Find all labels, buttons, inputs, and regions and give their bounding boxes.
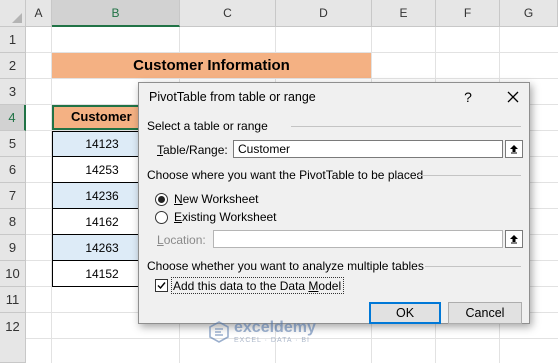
row-header-9[interactable]: 9 (0, 235, 26, 261)
data-model-text-start: Add this data to the Data (173, 279, 309, 293)
exceldemy-logo-icon (209, 321, 229, 343)
data-model-label[interactable]: Add this data to the Data Model (173, 279, 341, 293)
data-model-text-end: odel (318, 279, 342, 293)
data-model-access-key: M (308, 279, 319, 293)
column-header-d[interactable]: D (276, 0, 372, 27)
select-all-triangle-icon (12, 13, 22, 23)
existing-worksheet-text: xisting Worksheet (182, 210, 277, 224)
help-button[interactable]: ? (457, 86, 479, 108)
row-header-10[interactable]: 10 (0, 261, 26, 287)
select-range-heading: Select a table or range (147, 119, 268, 133)
collapse-dialog-icon (510, 235, 518, 244)
existing-worksheet-access-key: E (174, 210, 183, 224)
existing-worksheet-radio[interactable] (155, 211, 168, 224)
column-header-f[interactable]: F (436, 0, 500, 27)
row-header-3[interactable]: 3 (0, 79, 26, 105)
row-header-1[interactable]: 1 (0, 27, 26, 53)
select-all-corner[interactable] (0, 0, 26, 27)
customer-information-banner[interactable]: Customer Information (52, 53, 371, 78)
pivottable-dialog: PivotTable from table or range ? Select … (138, 82, 530, 324)
data-model-checkbox[interactable] (155, 279, 168, 292)
row-header-5[interactable]: 5 (0, 131, 26, 157)
section-divider (417, 175, 521, 176)
location-input[interactable] (213, 230, 503, 248)
close-button[interactable] (501, 86, 525, 108)
row-header-4[interactable]: 4 (0, 105, 26, 131)
existing-worksheet-label[interactable]: Existing Worksheet (174, 210, 277, 224)
location-text: ocation: (163, 233, 206, 247)
location-collapse-button[interactable] (505, 230, 523, 248)
section-divider (425, 266, 521, 267)
new-worksheet-text: ew Worksheet (182, 192, 259, 206)
new-worksheet-radio[interactable] (155, 193, 168, 206)
new-worksheet-access-key: N (174, 192, 183, 206)
table-range-label: Table/Range: (157, 143, 228, 157)
close-icon (507, 91, 519, 103)
dialog-title: PivotTable from table or range (149, 90, 316, 104)
cancel-button[interactable]: Cancel (448, 302, 522, 324)
ok-button[interactable]: OK (369, 302, 441, 324)
section-divider (291, 126, 521, 127)
new-worksheet-label[interactable]: New Worksheet (174, 192, 258, 206)
exceldemy-watermark: exceldemy EXCEL · DATA · BI (208, 320, 316, 344)
multiple-tables-heading: Choose whether you want to analyze multi… (147, 259, 424, 273)
column-header-b[interactable]: B (52, 0, 180, 27)
placement-heading: Choose where you want the PivotTable to … (147, 168, 424, 182)
table-range-input[interactable]: Customer (233, 140, 503, 158)
column-header-g[interactable]: G (500, 0, 558, 27)
column-header-e[interactable]: E (372, 0, 436, 27)
column-header-a[interactable]: A (26, 0, 52, 27)
row-header-11[interactable]: 11 (0, 287, 26, 313)
location-label: Location: (157, 233, 206, 247)
row-header-2[interactable]: 2 (0, 53, 26, 79)
row-header-7[interactable]: 7 (0, 183, 26, 209)
watermark-text: exceldemy EXCEL · DATA · BI (234, 319, 316, 345)
watermark-name: exceldemy (234, 319, 316, 336)
row-header-12[interactable]: 12 (0, 313, 26, 363)
row-header-8[interactable]: 8 (0, 209, 26, 235)
radio-selected-dot (158, 196, 165, 203)
watermark-tagline: EXCEL · DATA · BI (234, 337, 310, 344)
table-range-label-text: able/Range: (163, 143, 228, 157)
column-header-c[interactable]: C (180, 0, 276, 27)
gridline (26, 78, 558, 79)
table-range-collapse-button[interactable] (505, 140, 523, 158)
checkmark-icon (157, 282, 166, 290)
collapse-dialog-icon (510, 145, 518, 154)
location-access-key: L (157, 233, 164, 247)
row-header-6[interactable]: 6 (0, 157, 26, 183)
